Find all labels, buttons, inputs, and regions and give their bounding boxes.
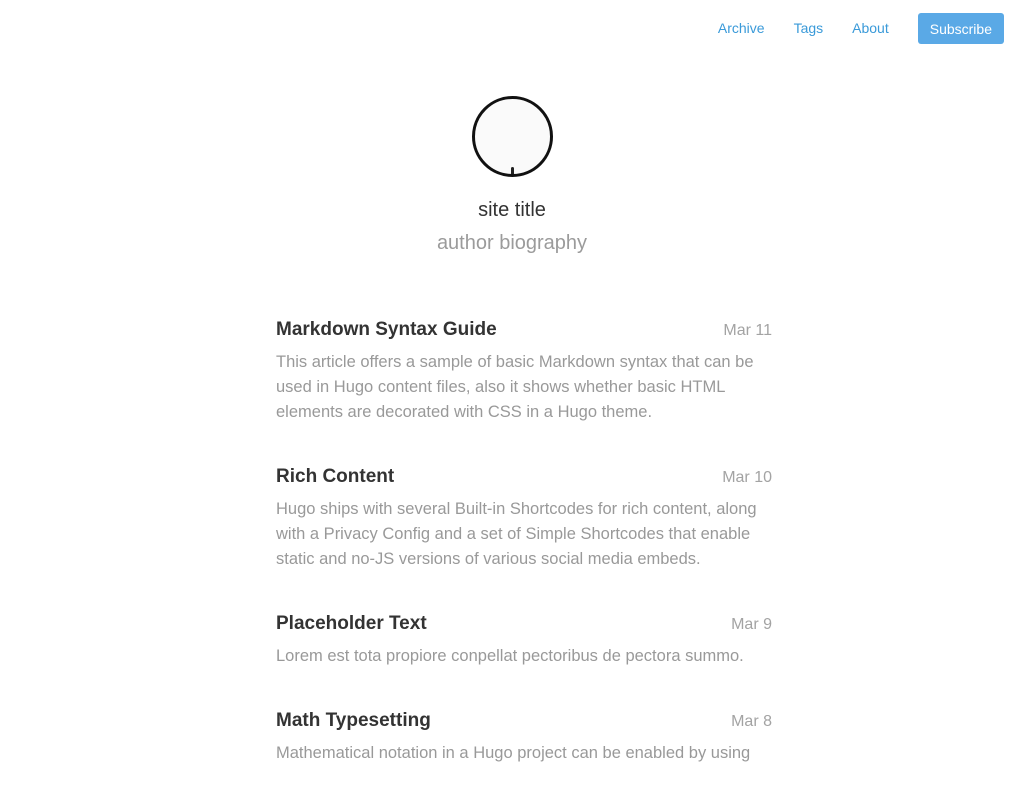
- post-date: Mar 9: [731, 616, 772, 633]
- avatar: [471, 96, 553, 177]
- post-title[interactable]: Markdown Syntax Guide: [276, 319, 497, 341]
- post-item: Rich Content Mar 10 Hugo ships with seve…: [276, 466, 772, 572]
- nav-link-archive[interactable]: Archive: [718, 13, 765, 44]
- post-item: Math Typesetting Mar 8 Mathematical nota…: [276, 710, 772, 766]
- author-bio: author biography: [436, 232, 588, 254]
- post-list: Markdown Syntax Guide Mar 11 This articl…: [276, 319, 772, 807]
- post-item: Placeholder Text Mar 9 Lorem est tota pr…: [276, 613, 772, 669]
- post-summary: Hugo ships with several Built-in Shortco…: [276, 500, 757, 568]
- post-item: Markdown Syntax Guide Mar 11 This articl…: [276, 319, 772, 425]
- post-summary: Mathematical notation in a Hugo project …: [276, 744, 751, 762]
- post-header: Markdown Syntax Guide Mar 11: [276, 319, 772, 343]
- nav-link-tags[interactable]: Tags: [794, 13, 824, 44]
- profile-header: site title author biography: [0, 96, 1024, 256]
- post-date: Mar 11: [723, 322, 772, 339]
- site-title[interactable]: site title: [0, 197, 1024, 223]
- post-header: Rich Content Mar 10: [276, 466, 772, 490]
- post-title[interactable]: Rich Content: [276, 466, 394, 488]
- avatar-mark: [510, 167, 514, 174]
- post-summary: This article offers a sample of basic Ma…: [276, 353, 754, 421]
- top-navigation: Archive Tags About Subscribe: [718, 13, 1004, 44]
- post-date: Mar 8: [731, 713, 772, 730]
- subscribe-button[interactable]: Subscribe: [917, 13, 1004, 44]
- post-title[interactable]: Placeholder Text: [276, 613, 427, 635]
- post-date: Mar 10: [722, 469, 772, 486]
- post-title[interactable]: Math Typesetting: [276, 710, 431, 732]
- post-header: Math Typesetting Mar 8: [276, 710, 772, 734]
- post-summary: Lorem est tota propiore conpellat pector…: [276, 647, 744, 665]
- post-header: Placeholder Text Mar 9: [276, 613, 772, 637]
- nav-link-about[interactable]: About: [852, 13, 889, 44]
